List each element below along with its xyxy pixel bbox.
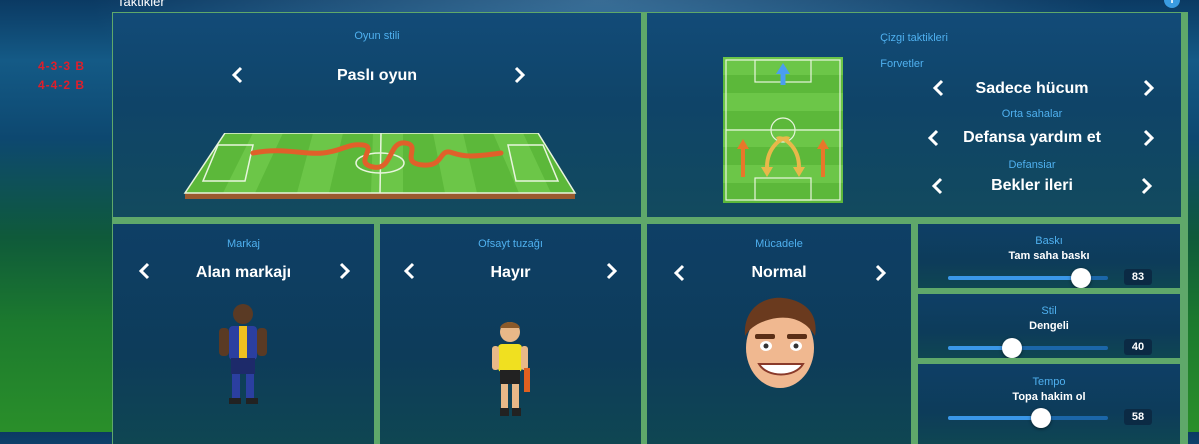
- pressing-number: 83: [1124, 269, 1152, 285]
- style-label: Stil: [1041, 305, 1057, 317]
- chevron-right-icon: [514, 66, 526, 84]
- forwards-label: Forvetler: [880, 58, 924, 70]
- defender-player-illustration: [219, 304, 267, 404]
- passing-pitch-illustration: [183, 133, 577, 199]
- style-slider-handle[interactable]: [1002, 338, 1022, 358]
- style-slider[interactable]: [948, 338, 1108, 358]
- marking-label: Markaj: [226, 238, 260, 250]
- defenders-label: Defansiar: [1008, 159, 1056, 171]
- offside-trap-label: Ofsayt tuzağı: [478, 238, 543, 250]
- play-style-label: Oyun stili: [354, 30, 400, 42]
- chevron-right-icon: [1143, 129, 1155, 147]
- tackling-panel: Mücadele Normal: [647, 224, 911, 444]
- midfielders-value: Defansa yardım et: [963, 129, 1101, 146]
- pressing-panel: Baskı Tam saha baskı 83: [918, 224, 1180, 288]
- chevron-right-icon: [339, 262, 351, 280]
- chevron-right-icon: [875, 264, 887, 282]
- style-value-text: Dengeli: [1029, 320, 1069, 332]
- line-tactics-label: Çizgi taktikleri: [880, 32, 948, 44]
- tempo-number: 58: [1124, 409, 1152, 425]
- midfielders-label: Orta sahalar: [1001, 108, 1063, 120]
- offside-trap-panel: Ofsayt tuzağı Hayır: [380, 224, 641, 444]
- tempo-panel: Tempo Topa hakim ol 58: [918, 364, 1180, 444]
- line-tactics-panel: Çizgi taktikleri Forvetler Sadece hücum …: [647, 13, 1181, 217]
- pressing-value-text: Tam saha baskı: [1008, 250, 1090, 262]
- pressing-slider-fill: [948, 276, 1081, 280]
- tackling-label: Mücadele: [755, 238, 803, 250]
- formation-item[interactable]: 4-3-3 B: [38, 57, 85, 76]
- linesman-illustration: [492, 322, 530, 416]
- chevron-right-icon: [1143, 79, 1155, 97]
- defenders-value: Bekler ileri: [991, 177, 1073, 194]
- midfielders-next-button[interactable]: [1139, 129, 1159, 149]
- tempo-value-text: Topa hakim ol: [1012, 391, 1086, 403]
- play-style-panel: Oyun stili Paslı oyun: [113, 13, 641, 217]
- formation-item[interactable]: 4-4-2 B: [38, 76, 85, 95]
- pressing-slider-handle[interactable]: [1070, 268, 1091, 288]
- tempo-slider-fill: [948, 416, 1041, 420]
- tactics-board: Oyun stili Paslı oyun Çizgi taktikleri F…: [112, 12, 1188, 444]
- style-number: 40: [1124, 339, 1152, 355]
- tempo-label: Tempo: [1032, 376, 1066, 388]
- tackling-next-button[interactable]: [871, 264, 891, 284]
- tempo-slider[interactable]: [948, 408, 1108, 428]
- marking-panel: Markaj Alan markajı: [113, 224, 374, 444]
- marking-next-button[interactable]: [335, 262, 355, 282]
- page-title: Taktikler: [117, 0, 165, 9]
- forwards-value: Sadece hücum: [975, 80, 1089, 97]
- pressing-slider[interactable]: [948, 268, 1108, 288]
- pressing-label: Baskı: [1035, 235, 1063, 247]
- play-style-next-button[interactable]: [510, 66, 530, 86]
- defenders-next-button[interactable]: [1137, 177, 1157, 197]
- chevron-right-icon: [1141, 177, 1153, 195]
- offside-trap-next-button[interactable]: [602, 262, 622, 282]
- player-face-illustration: [744, 297, 816, 388]
- forwards-next-button[interactable]: [1139, 79, 1159, 99]
- play-style-value: Paslı oyun: [336, 67, 418, 84]
- formation-list: 4-3-3 B 4-4-2 B: [38, 57, 85, 95]
- chevron-right-icon: [606, 262, 618, 280]
- tempo-slider-handle[interactable]: [1030, 408, 1051, 428]
- line-tactics-pitch-illustration: [723, 57, 843, 203]
- style-panel: Stil Dengeli 40: [918, 294, 1180, 358]
